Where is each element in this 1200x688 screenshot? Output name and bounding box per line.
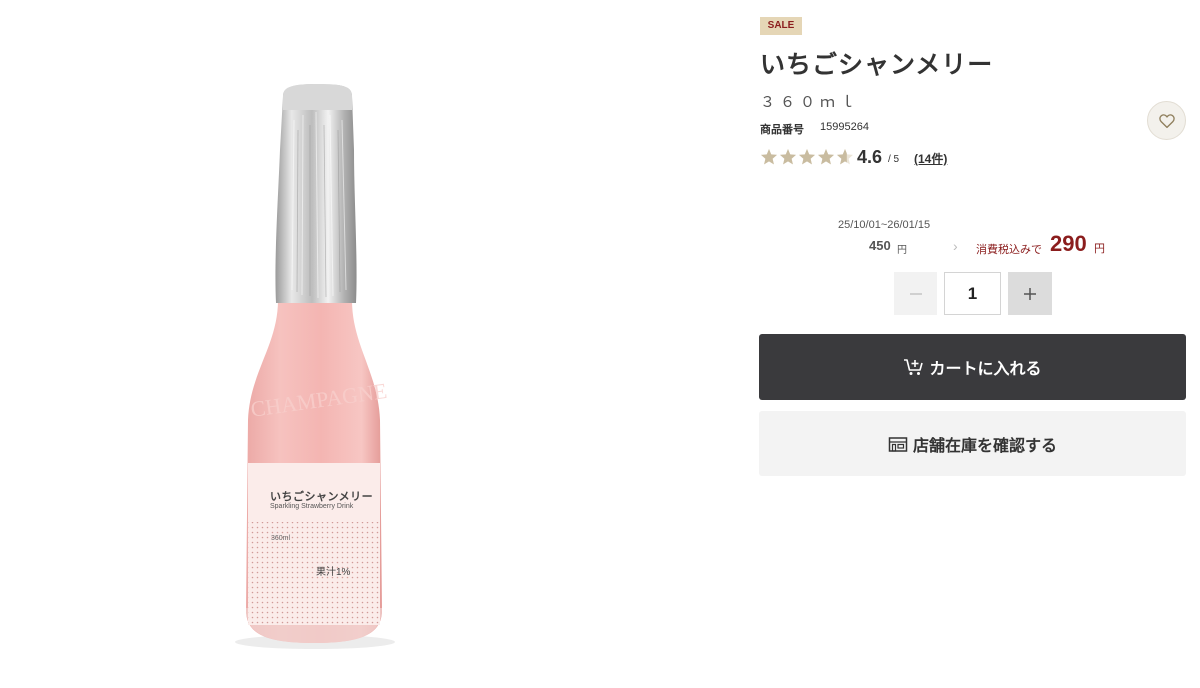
add-to-cart-button[interactable]: カートに入れる (759, 334, 1186, 400)
quantity-input[interactable] (944, 272, 1001, 315)
rating-stars (760, 148, 854, 168)
bottle-label-juice: 果汁1% (316, 567, 351, 578)
product-code-value: 15995264 (820, 121, 869, 133)
heart-outline-icon (1158, 113, 1175, 128)
original-price-unit: 円 (897, 245, 907, 256)
bottle-label-title: いちごシャンメリー (270, 491, 374, 503)
product-code-label: 商品番号 (760, 124, 804, 136)
minus-icon (909, 292, 922, 295)
sale-price: 290 (1050, 231, 1087, 256)
sale-badge: SALE (760, 17, 802, 35)
product-title: いちごシャンメリー (760, 51, 994, 79)
bottle-label-volume: 360ml (271, 535, 291, 542)
star-icon (761, 149, 777, 165)
product-image: CHAMPAGNE いちごシャンメリー Sparkling Strawberry… (0, 0, 620, 688)
product-volume: ３６０ｍｌ (760, 94, 861, 111)
quantity-increase-button[interactable] (1008, 272, 1052, 315)
tax-included-label: 消費税込みで (976, 244, 1042, 256)
star-icon (818, 149, 834, 165)
star-icon (837, 149, 853, 165)
bottle-illustration: CHAMPAGNE (235, 84, 395, 649)
add-to-cart-label: カートに入れる (929, 361, 1042, 378)
review-count-link[interactable]: (14件) (914, 150, 947, 167)
favorite-button[interactable] (1147, 101, 1186, 140)
cart-add-icon (904, 359, 924, 375)
sale-price-unit: 円 (1094, 243, 1105, 255)
bottle-label-subtitle: Sparkling Strawberry Drink (270, 503, 354, 510)
star-icon (799, 149, 815, 165)
store-icon (888, 436, 908, 452)
rating-max: / 5 (888, 154, 900, 165)
plus-icon (1024, 287, 1036, 300)
check-store-stock-label: 店舗在庫を確認する (912, 437, 1057, 455)
original-price: 450 (869, 238, 891, 253)
star-icon (780, 149, 796, 165)
rating-value: 4.6 (857, 147, 883, 167)
chevron-right-icon: › (953, 238, 958, 254)
sale-period: 25/10/01~26/01/15 (838, 219, 931, 231)
check-store-stock-button[interactable]: 店舗在庫を確認する (759, 411, 1186, 476)
quantity-decrease-button[interactable] (894, 272, 937, 315)
